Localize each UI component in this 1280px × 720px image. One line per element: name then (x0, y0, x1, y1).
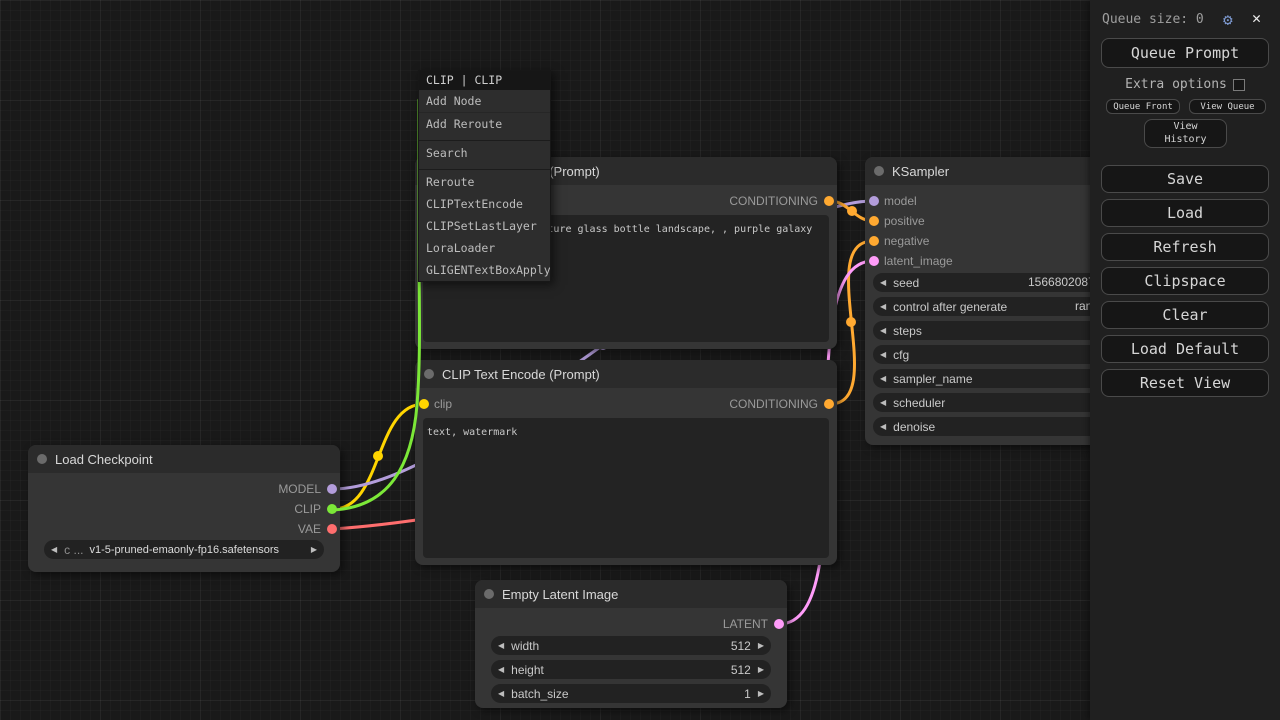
menu-item-loraloader[interactable]: LoraLoader (419, 237, 550, 259)
reset-view-button[interactable]: Reset View (1101, 369, 1269, 397)
extra-options-label: Extra options (1125, 77, 1227, 92)
view-history-button[interactable]: View History (1144, 119, 1227, 148)
menu-item-add-node[interactable]: Add Node (419, 90, 550, 113)
menu-item-reroute[interactable]: Reroute (419, 171, 550, 193)
menu-separator (419, 135, 550, 141)
refresh-button[interactable]: Refresh (1101, 233, 1269, 261)
queue-sidebar: Queue size: 0 ⚙ ✕ Queue Prompt Extra opt… (1090, 0, 1280, 720)
context-menu-title: CLIP | CLIP (419, 71, 550, 90)
graph-canvas[interactable]: Load Checkpoint MODEL CLIP VAE ◀ c ... v… (0, 0, 1280, 720)
dragging-link-layer (0, 0, 1280, 720)
extra-options-checkbox[interactable] (1233, 79, 1245, 91)
load-button[interactable]: Load (1101, 199, 1269, 227)
settings-gear-icon[interactable]: ⚙ (1223, 10, 1233, 29)
clipspace-button[interactable]: Clipspace (1101, 267, 1269, 295)
extra-options-row: Extra options (1090, 77, 1280, 92)
clear-button[interactable]: Clear (1101, 301, 1269, 329)
load-default-button[interactable]: Load Default (1101, 335, 1269, 363)
save-button[interactable]: Save (1101, 165, 1269, 193)
context-menu: CLIP | CLIP Add Node Add Reroute Search … (418, 70, 551, 282)
queue-size-label: Queue size: 0 (1102, 12, 1204, 27)
link-dragging-clip (333, 100, 420, 510)
menu-item-gligentextboxapply[interactable]: GLIGENTextBoxApply (419, 259, 550, 281)
close-icon[interactable]: ✕ (1252, 9, 1261, 27)
menu-search-field[interactable]: Search (419, 142, 550, 164)
menu-item-cliptextencode[interactable]: CLIPTextEncode (419, 193, 550, 215)
queue-prompt-button[interactable]: Queue Prompt (1101, 38, 1269, 68)
queue-front-button[interactable]: Queue Front (1106, 99, 1180, 114)
menu-item-clipsetlastlayer[interactable]: CLIPSetLastLayer (419, 215, 550, 237)
menu-separator (419, 164, 550, 170)
view-queue-button[interactable]: View Queue (1189, 99, 1266, 114)
menu-item-add-reroute[interactable]: Add Reroute (419, 113, 550, 135)
